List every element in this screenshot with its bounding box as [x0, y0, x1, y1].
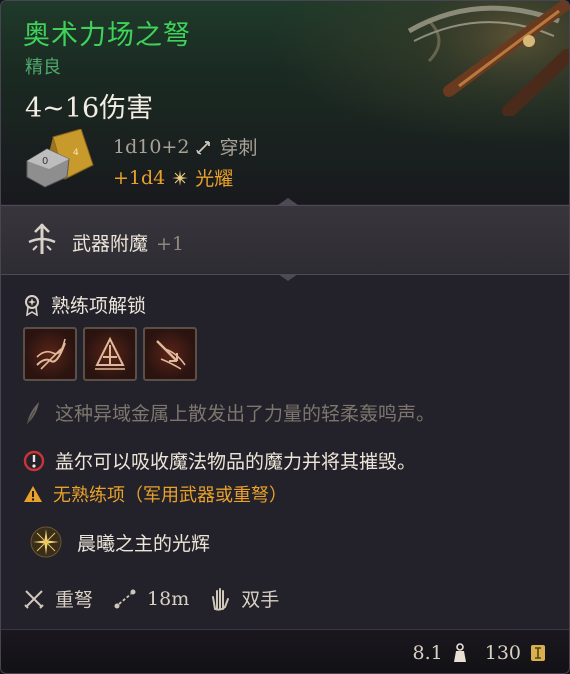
- proficiency-heading: 熟练项解锁: [23, 291, 146, 318]
- arrow-pierce-icon: [196, 140, 211, 155]
- enchantment-row: 武器附魔 +1: [1, 205, 569, 275]
- svg-text:0: 0: [42, 156, 48, 167]
- divider-notch: [278, 274, 298, 281]
- flavor-text-content: 这种异域金属上散发出了力量的轻柔轰鸣声。: [55, 403, 436, 425]
- crossbow-art-icon: [389, 1, 569, 116]
- damage-type: 光耀: [195, 168, 234, 190]
- flavor-text: 这种异域金属上散发出了力量的轻柔轰鸣声。: [23, 399, 435, 426]
- tooltip-header: 奥术力场之弩 精良 4~16伤害 4 0 1d10+2 穿刺 +1d4 光耀: [1, 1, 569, 204]
- quill-icon: [26, 401, 39, 424]
- item-name: 奥术力场之弩: [23, 20, 191, 51]
- special-note: 盖尔可以吸收魔法物品的魔力并将其摧毁。: [23, 447, 416, 474]
- damage-range: 4~16伤害: [25, 93, 154, 124]
- property-weapon-type-label: 重弩: [55, 589, 94, 611]
- range-icon: [114, 589, 136, 608]
- dawnmaster-radiance-icon: [30, 526, 62, 558]
- two-handed-icon: [212, 587, 230, 611]
- weight-icon: [453, 643, 466, 662]
- warning-note-text: 无熟练项（军用武器或重弩）: [53, 485, 287, 506]
- item-value: 130: [484, 642, 521, 664]
- passive-ability-label: 晨曦之主的光辉: [77, 532, 211, 555]
- gold-coin-icon: [531, 645, 545, 661]
- special-note-text: 盖尔可以吸收魔法物品的魔力并将其摧毁。: [55, 451, 417, 473]
- crossed-swords-icon: [24, 589, 44, 609]
- item-tooltip: 奥术力场之弩 精良 4~16伤害 4 0 1d10+2 穿刺 +1d4 光耀 武…: [0, 0, 570, 674]
- property-range: 18m: [113, 588, 189, 610]
- proficiency-heading-text: 熟练项解锁: [51, 295, 147, 317]
- weapon-enchant-icon: [28, 223, 56, 254]
- warning-icon: [24, 486, 42, 502]
- property-handedness-label: 双手: [241, 589, 280, 611]
- proficiency-medal-icon: [25, 294, 39, 316]
- damage-dice: 1d10+2: [113, 135, 190, 158]
- damage-dice: +1d4: [113, 166, 166, 189]
- weapon-properties: 重弩 18m 双手: [23, 585, 299, 612]
- item-rarity: 精良: [25, 57, 61, 78]
- skill-slot-2[interactable]: [83, 327, 137, 381]
- item-weight: 8.1: [412, 642, 443, 664]
- piercing-shot-icon: [36, 338, 66, 370]
- hamstring-shot-icon: [156, 340, 186, 370]
- brace-icon: [95, 336, 125, 370]
- skill-slot-1[interactable]: [23, 327, 77, 381]
- skill-slot-3[interactable]: [143, 327, 197, 381]
- gale-absorb-icon: [23, 450, 45, 471]
- warning-note: 无熟练项（军用武器或重弩）: [23, 481, 287, 507]
- tooltip-footer: 8.1 130: [1, 629, 569, 673]
- proficiency-skills: [23, 327, 197, 381]
- passive-ability[interactable]: 晨曦之主的光辉: [29, 525, 210, 559]
- radiant-star-icon: [172, 169, 189, 186]
- damage-line-piercing: 1d10+2 穿刺: [113, 133, 257, 160]
- property-weapon-type: 重弩: [23, 585, 93, 612]
- dice-icon: 4 0: [26, 129, 94, 188]
- damage-type: 穿刺: [219, 137, 258, 159]
- enchantment-label: 武器附魔 +1: [72, 229, 184, 256]
- divider-notch: [278, 198, 298, 205]
- enchantment-bonus: +1: [156, 233, 185, 255]
- enchantment-name: 武器附魔: [72, 233, 149, 255]
- weight-value-row: 8.1 130: [413, 642, 547, 664]
- property-range-label: 18m: [147, 587, 190, 610]
- property-handedness: 双手: [209, 585, 279, 612]
- damage-line-radiant: +1d4 光耀: [113, 164, 233, 191]
- svg-text:4: 4: [73, 148, 79, 158]
